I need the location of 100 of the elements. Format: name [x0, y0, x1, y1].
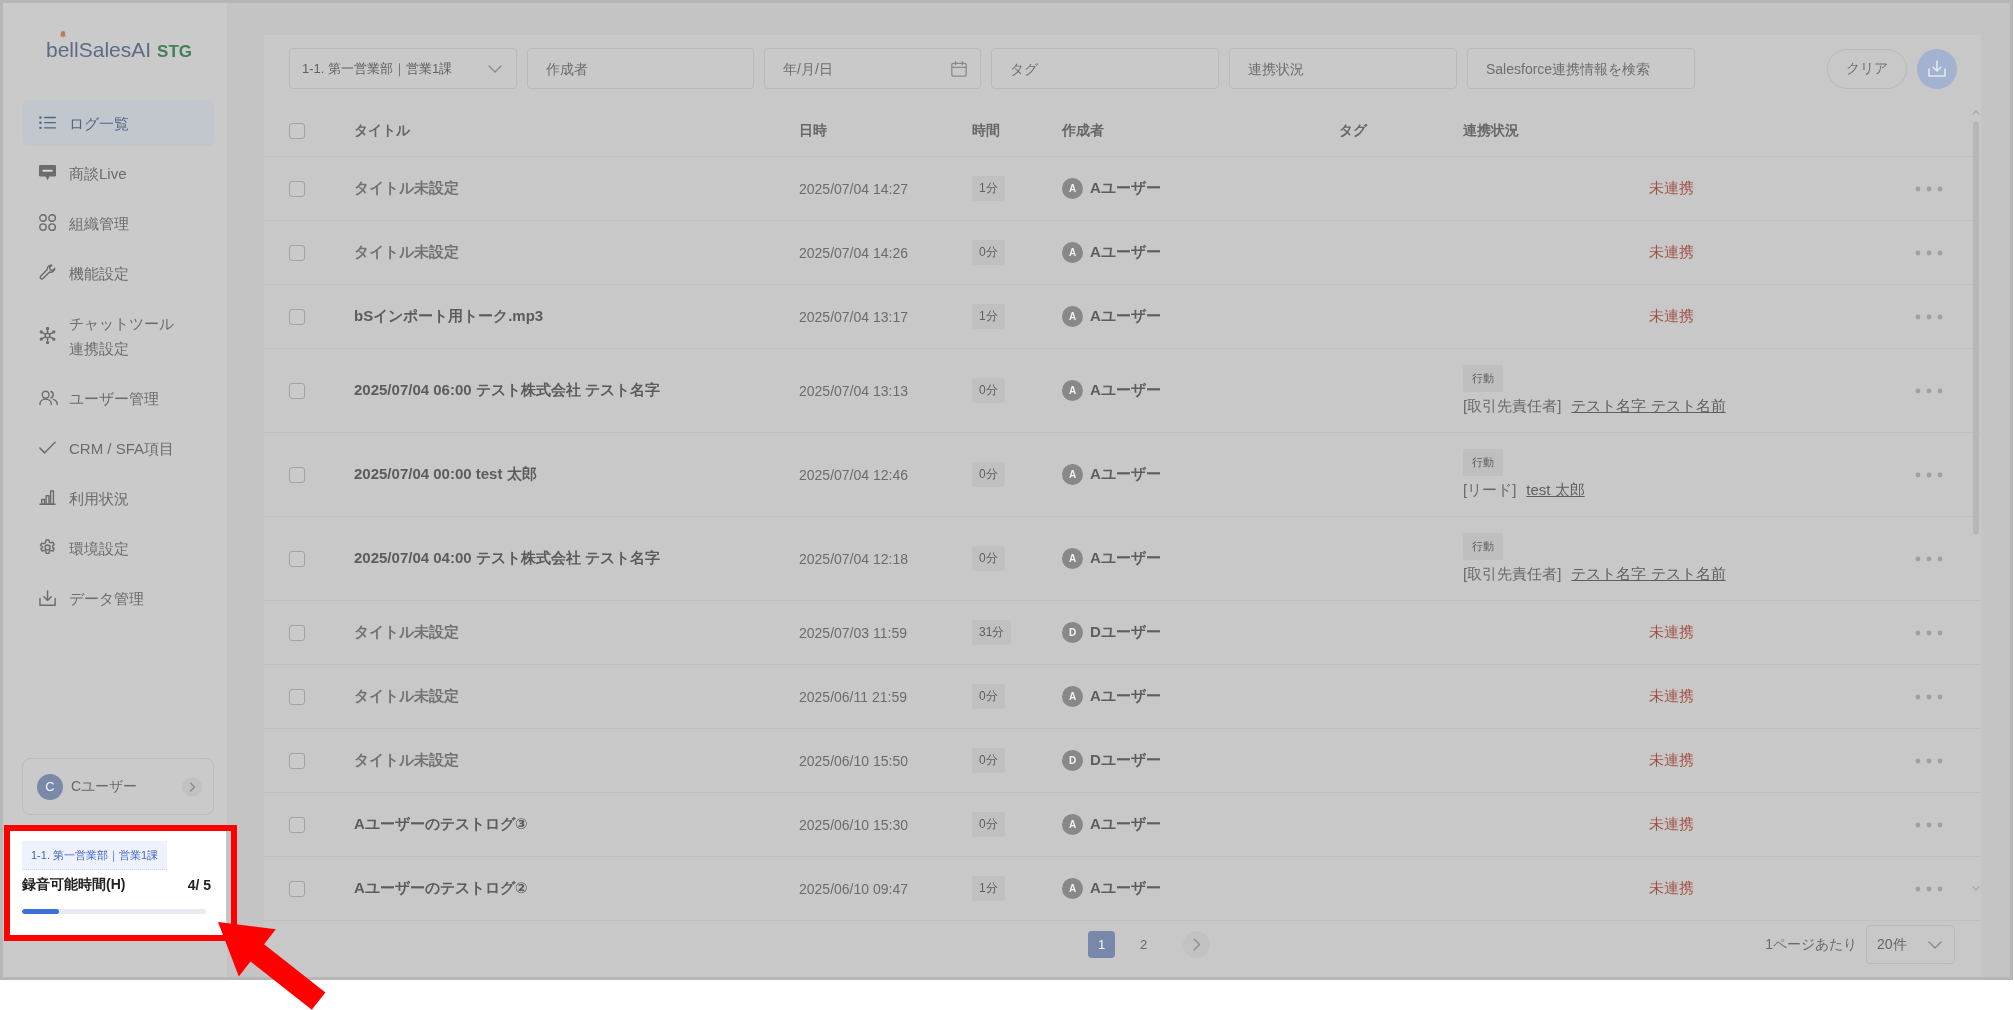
- nav-item[interactable]: CRM / SFA項目: [22, 425, 214, 471]
- calendar-icon[interactable]: [951, 60, 967, 77]
- row-checkbox[interactable]: [289, 382, 305, 399]
- wrench-icon: [39, 264, 57, 282]
- row-checkbox[interactable]: [289, 880, 305, 897]
- activity-tag: 行動: [1463, 448, 1503, 476]
- more-icon[interactable]: [1915, 757, 1943, 764]
- row-checkbox[interactable]: [289, 624, 305, 641]
- chevron-down-icon: [488, 64, 502, 73]
- record-type-label: [取引先責任者]: [1463, 396, 1562, 416]
- row-checkbox[interactable]: [289, 180, 305, 197]
- chevron-right-icon: [1192, 938, 1201, 951]
- more-icon[interactable]: [1915, 693, 1943, 700]
- duration-chip: 0分: [972, 748, 1005, 773]
- log-title[interactable]: タイトル未設定: [354, 751, 459, 768]
- more-icon[interactable]: [1915, 629, 1943, 636]
- author-name: Aユーザー: [1090, 243, 1161, 262]
- select-all-checkbox[interactable]: [289, 122, 305, 139]
- nav-item[interactable]: 組織管理: [22, 200, 214, 246]
- row-checkbox[interactable]: [289, 550, 305, 567]
- duration-chip: 0分: [972, 378, 1005, 403]
- sync-status-field[interactable]: 連携状況: [1229, 48, 1457, 89]
- author-field[interactable]: 作成者: [527, 48, 754, 89]
- row-checkbox[interactable]: [289, 688, 305, 705]
- row-checkbox[interactable]: [289, 816, 305, 833]
- per-page-select[interactable]: 20件: [1866, 925, 1955, 964]
- avatar: A: [1062, 242, 1083, 263]
- duration-chip: 0分: [972, 240, 1005, 265]
- author-name: Aユーザー: [1090, 879, 1161, 898]
- duration-chip: 0分: [972, 812, 1005, 837]
- log-title[interactable]: タイトル未設定: [354, 179, 459, 196]
- author-name: Aユーザー: [1090, 815, 1161, 834]
- bell-icon: [60, 31, 66, 38]
- nav-item[interactable]: 商談Live: [22, 150, 214, 196]
- duration-chip: 1分: [972, 876, 1005, 901]
- nav-item[interactable]: 機能設定: [22, 250, 214, 296]
- log-title[interactable]: タイトル未設定: [354, 687, 459, 704]
- log-title[interactable]: Aユーザーのテストログ②: [354, 879, 528, 896]
- tag-field[interactable]: タグ: [991, 48, 1219, 89]
- author-name: Dユーザー: [1090, 751, 1161, 770]
- record-link[interactable]: テスト名字 テスト名前: [1571, 396, 1726, 416]
- log-title[interactable]: 2025/07/04 00:00 test 太郎: [354, 465, 537, 482]
- author-name: Aユーザー: [1090, 179, 1161, 198]
- nav-item[interactable]: 利用状況: [22, 475, 214, 521]
- date-text: 2025/07/04 12:18: [799, 550, 908, 567]
- duration-chip: 0分: [972, 684, 1005, 709]
- next-page-button[interactable]: [1183, 931, 1210, 958]
- date-text: 2025/07/04 14:27: [799, 180, 908, 197]
- more-icon[interactable]: [1915, 821, 1943, 828]
- log-title[interactable]: 2025/07/04 06:00 テスト株式会社 テスト名字: [354, 381, 660, 398]
- department-select[interactable]: 1-1. 第一営業部｜営業1課: [289, 48, 517, 89]
- date-field[interactable]: 年/月/日: [764, 48, 981, 89]
- nav-item[interactable]: ログ一覧: [22, 100, 214, 146]
- list-icon: [39, 116, 57, 130]
- chevron-right-icon[interactable]: [182, 776, 202, 797]
- avatar: D: [1062, 622, 1083, 643]
- date-text: 2025/06/10 09:47: [799, 880, 908, 897]
- download-button[interactable]: [1917, 48, 1957, 89]
- log-title[interactable]: bSインポート用トーク.mp3: [354, 307, 544, 324]
- more-icon[interactable]: [1915, 885, 1943, 892]
- nav-item[interactable]: データ管理: [22, 575, 214, 621]
- page-button[interactable]: 1: [1088, 931, 1115, 958]
- more-icon[interactable]: [1915, 249, 1943, 256]
- download-icon: [39, 589, 57, 607]
- author-name: Aユーザー: [1090, 687, 1161, 706]
- more-icon[interactable]: [1915, 471, 1943, 478]
- log-title[interactable]: 2025/07/04 04:00 テスト株式会社 テスト名字: [354, 549, 660, 566]
- duration-chip: 1分: [972, 304, 1005, 329]
- record-link[interactable]: テスト名字 テスト名前: [1571, 564, 1726, 584]
- duration-chip: 31分: [972, 620, 1012, 645]
- date-text: 2025/07/04 12:46: [799, 466, 908, 483]
- nav-item[interactable]: 環境設定: [22, 525, 214, 571]
- environment-label: STG: [157, 41, 192, 63]
- record-link[interactable]: test 太郎: [1526, 480, 1585, 500]
- sync-status: 未連携: [1649, 243, 1694, 262]
- more-icon[interactable]: [1915, 555, 1943, 562]
- network-icon: [39, 326, 57, 345]
- scroll-down-icon[interactable]: [1972, 886, 1980, 891]
- more-icon[interactable]: [1915, 185, 1943, 192]
- avatar: A: [1062, 814, 1083, 835]
- row-checkbox[interactable]: [289, 308, 305, 325]
- more-icon[interactable]: [1915, 387, 1943, 394]
- row-checkbox[interactable]: [289, 752, 305, 769]
- salesforce-search-field[interactable]: Salesforce連携情報を検索: [1467, 48, 1695, 89]
- log-title[interactable]: Aユーザーのテストログ③: [354, 815, 528, 832]
- author-name: Aユーザー: [1090, 549, 1161, 568]
- nav-item[interactable]: チャットツール連携設定: [22, 300, 214, 371]
- more-icon[interactable]: [1915, 313, 1943, 320]
- scroll-up-icon[interactable]: [1972, 110, 1980, 115]
- row-checkbox[interactable]: [289, 244, 305, 261]
- log-title[interactable]: タイトル未設定: [354, 623, 459, 640]
- user-card[interactable]: C Cユーザー: [22, 758, 214, 815]
- department-value: 1-1. 第一営業部｜営業1課: [302, 59, 453, 78]
- chevron-down-icon: [1928, 940, 1942, 949]
- scope-tag: 1-1. 第一営業部｜営業1課: [22, 841, 168, 870]
- page-button[interactable]: 2: [1130, 931, 1157, 958]
- log-title[interactable]: タイトル未設定: [354, 243, 459, 260]
- row-checkbox[interactable]: [289, 466, 305, 483]
- nav-item[interactable]: ユーザー管理: [22, 375, 214, 421]
- author-name: Aユーザー: [1090, 307, 1161, 326]
